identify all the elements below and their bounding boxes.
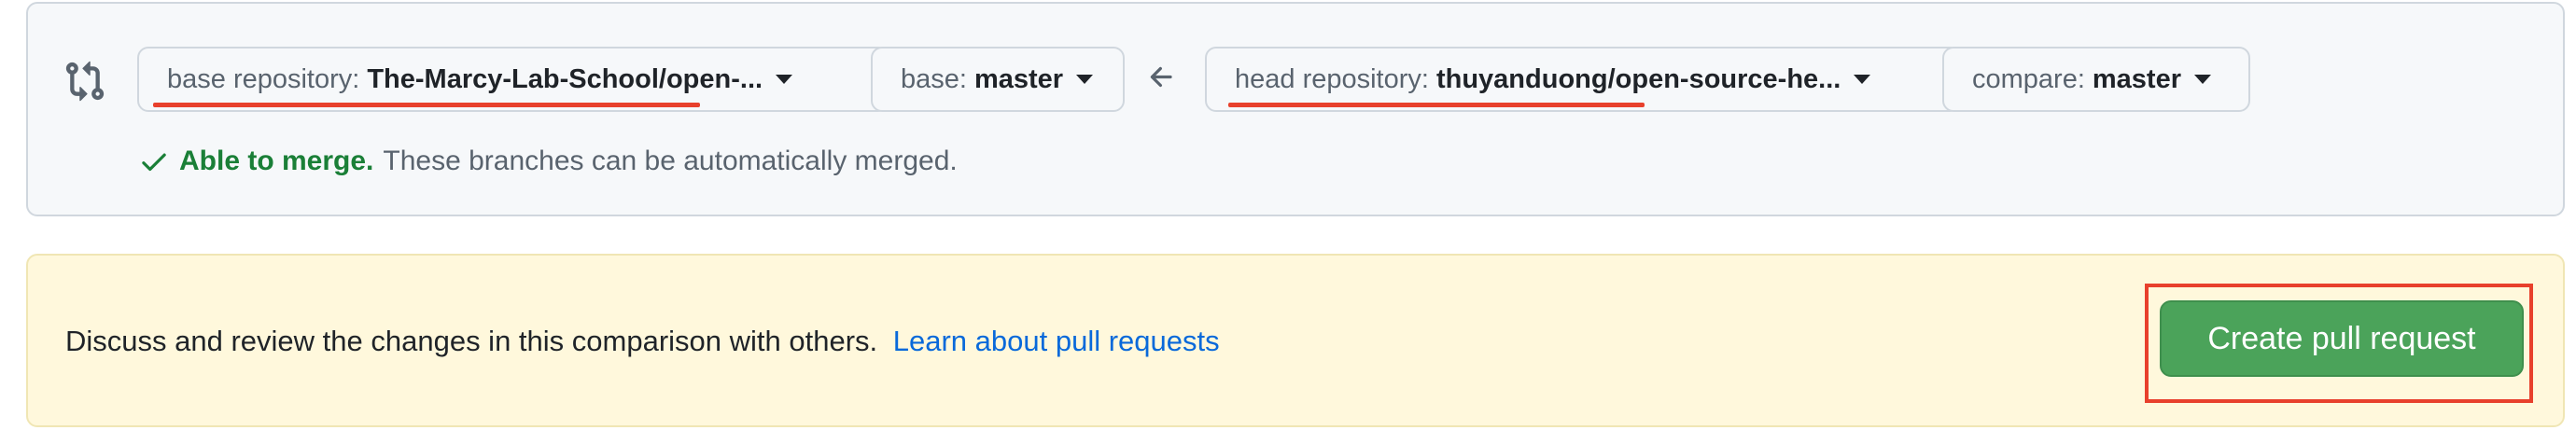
base-branch-value: master (973, 63, 1064, 94)
base-repository-value: The-Marcy-Lab-School/open-... (367, 63, 763, 94)
compare-branch-select[interactable]: compare: master (1942, 47, 2250, 112)
base-branch-label: base: (901, 63, 967, 94)
arrow-left-icon (1146, 62, 1178, 93)
base-branch-select[interactable]: base: master (871, 47, 1125, 112)
caret-down-icon (2194, 75, 2212, 84)
banner-message: Discuss and review the changes in this c… (65, 325, 878, 357)
caret-down-icon (1854, 75, 1871, 84)
learn-pull-requests-link[interactable]: Learn about pull requests (893, 325, 1220, 357)
head-repository-value: thuyanduong/open-source-he... (1435, 63, 1841, 94)
compare-branch-label: compare: (1972, 63, 2085, 94)
head-repository-label: head repository: (1235, 63, 1429, 94)
merge-status-description: These branches can be automatically merg… (383, 146, 958, 176)
discuss-banner: Discuss and review the changes in this c… (26, 254, 2565, 427)
banner-text: Discuss and review the changes in this c… (65, 325, 1220, 358)
compare-branch-value: master (2092, 63, 2182, 94)
caret-down-icon (776, 75, 793, 84)
annotation-underline-base (153, 103, 700, 107)
git-compare-icon (63, 60, 106, 103)
compare-panel: base repository: The-Marcy-Lab-School/op… (26, 2, 2565, 216)
caret-down-icon (1076, 75, 1094, 84)
base-repository-label: base repository: (167, 63, 360, 94)
merge-status-ok: Able to merge. (179, 146, 374, 176)
check-icon (138, 146, 170, 177)
page: base repository: The-Marcy-Lab-School/op… (0, 0, 2576, 444)
annotation-underline-head (1228, 103, 1645, 107)
create-pull-request-button[interactable]: Create pull request (2160, 300, 2524, 377)
merge-status: Able to merge. These branches can be aut… (138, 146, 958, 177)
